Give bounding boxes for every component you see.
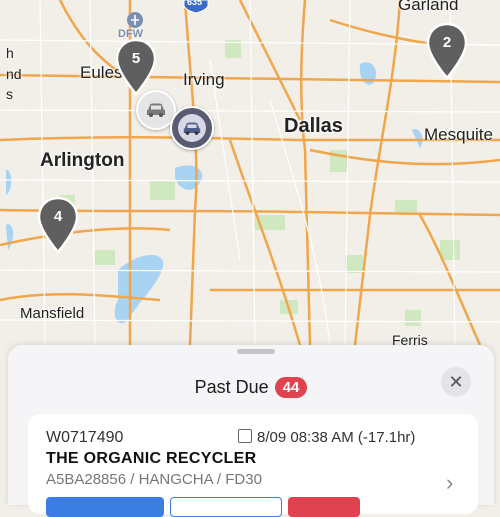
calendar-icon xyxy=(238,429,252,443)
action-button-danger[interactable] xyxy=(288,497,360,517)
city-label-partial-h: h xyxy=(6,45,14,61)
action-button-primary[interactable] xyxy=(46,497,164,517)
vehicle-marker-inner xyxy=(178,114,206,142)
city-label-partial-nd: nd xyxy=(6,66,22,82)
order-name: THE ORGANIC RECYCLER xyxy=(46,450,257,467)
city-label-mansfield: Mansfield xyxy=(20,305,85,322)
city-label-dallas: Dallas xyxy=(284,115,343,137)
map-pin-icon xyxy=(37,196,79,254)
bottom-sheet[interactable]: Past Due 44 ✕ W0717490 8/09 08:38 AM (-17… xyxy=(8,345,494,517)
city-label-irving: Irving xyxy=(183,70,225,89)
cluster-count: 5 xyxy=(131,50,141,67)
chevron-right-icon: › xyxy=(446,470,454,495)
order-card[interactable]: W0717490 8/09 08:38 AM (-17.1hr) THE ORG… xyxy=(28,414,478,517)
car-icon xyxy=(183,122,201,135)
city-label-arlington: Arlington xyxy=(40,150,125,171)
city-label-partial-s: s xyxy=(6,86,13,102)
map-pin-icon xyxy=(426,22,468,80)
airport-icon xyxy=(127,12,143,28)
close-icon: ✕ xyxy=(448,372,464,392)
sheet-title: Past Due xyxy=(194,377,269,397)
car-icon xyxy=(147,103,165,117)
order-time: 8/09 08:38 AM (-17.1hr) xyxy=(238,429,415,446)
action-button-secondary[interactable] xyxy=(170,497,282,517)
count-badge: 44 xyxy=(274,377,308,398)
cluster-count: 2 xyxy=(442,34,452,51)
sheet-header: Past Due 44 xyxy=(8,377,494,398)
close-button[interactable]: ✕ xyxy=(441,367,471,397)
order-id: W0717490 xyxy=(46,429,124,446)
cluster-pin-4[interactable]: 4 xyxy=(36,196,80,256)
order-time-text: 8/09 08:38 AM (-17.1hr) xyxy=(257,429,416,446)
order-details: A5BA28856 / HANGCHA / FD30 xyxy=(46,471,262,488)
highway-shield-label: 635 xyxy=(187,0,203,7)
city-label-garland: Garland xyxy=(398,0,459,14)
cluster-count: 4 xyxy=(53,208,63,225)
vehicle-marker-selected[interactable] xyxy=(170,106,214,150)
city-label-mesquite: Mesquite xyxy=(424,125,493,144)
map-pin-icon xyxy=(115,38,157,96)
drag-handle[interactable] xyxy=(237,349,275,354)
cluster-pin-5[interactable]: 5 xyxy=(114,38,158,98)
cluster-pin-2[interactable]: 2 xyxy=(425,22,469,82)
